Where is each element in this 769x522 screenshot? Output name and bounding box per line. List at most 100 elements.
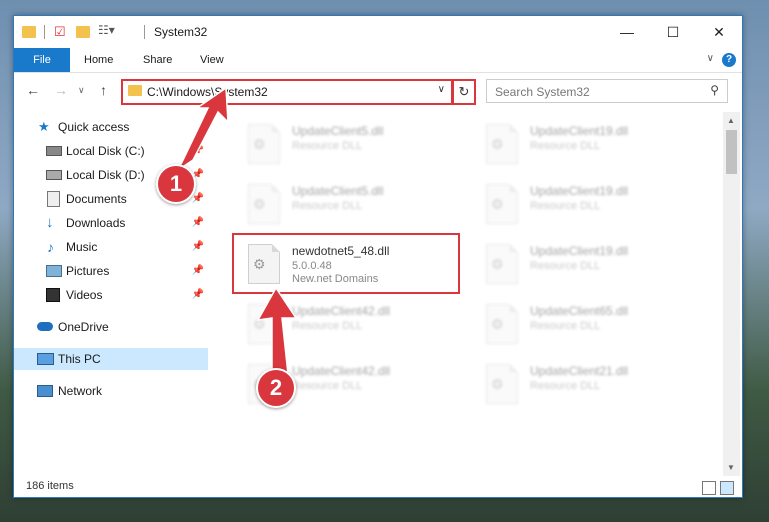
file-item[interactable]: ⚙ UpdateClient65.dll Resource DLL [468,300,688,352]
search-placeholder: Search System32 [495,85,590,99]
step-1-badge: 1 [156,164,196,204]
gear-icon: ⚙ [491,196,504,212]
status-bar: 186 items [14,477,742,497]
gear-icon: ⚙ [253,136,266,152]
sidebar-item-this-pc[interactable]: This PC [14,348,208,370]
vertical-scrollbar[interactable]: ▲ ▼ [723,112,740,476]
sidebar-item-label: Downloads [66,216,126,230]
cloud-icon [37,322,53,331]
maximize-button[interactable]: ☐ [650,16,696,48]
address-row: ← → ∨ ↑ C:\Windows\System32 ∨ ↻ Search S… [14,74,742,108]
pin-icon[interactable]: 📌 [192,260,204,282]
file-item[interactable]: ⚙ UpdateClient19.dll Resource DLL [468,120,688,172]
folder-icon [22,26,36,38]
file-type: Resource DLL [530,380,601,392]
search-icon[interactable]: ⚲ [710,83,719,97]
file-item[interactable]: ⚙ UpdateClient42.dll Resource DLL [230,300,450,352]
file-type: Resource DLL [292,380,363,392]
sidebar-item-onedrive[interactable]: OneDrive [14,316,208,338]
sidebar-item-videos[interactable]: Videos 📌 [14,284,208,306]
close-button[interactable]: ✕ [696,16,742,48]
file-item[interactable]: ⚙ UpdateClient19.dll Resource DLL [468,240,688,292]
tab-share[interactable]: Share [129,48,186,72]
sidebar-item-label: This PC [58,352,101,366]
sidebar-item-pictures[interactable]: Pictures 📌 [14,260,208,282]
tab-home[interactable]: Home [70,48,127,72]
file-item[interactable]: ⚙ UpdateClient5.dll Resource DLL [230,180,450,232]
ribbon-tabs: File Home Share View ∨ ? [14,48,742,73]
file-item[interactable]: ⚙ UpdateClient21.dll Resource DLL [468,360,688,412]
tab-file[interactable]: File [14,48,70,72]
film-icon [46,288,60,302]
chevron-down-icon[interactable]: ∨ [438,84,445,95]
scroll-thumb[interactable] [726,130,737,174]
file-type: Resource DLL [530,320,601,332]
file-name: UpdateClient21.dll [530,364,629,378]
sidebar-item-label: Network [58,384,103,398]
gear-icon: ⚙ [491,316,504,332]
file-highlight-box [232,233,460,294]
back-arrow-icon[interactable]: ← [26,82,40,98]
sidebar-item-label: Videos [66,288,103,302]
up-arrow-icon[interactable]: ↑ [100,82,107,98]
forward-arrow-icon[interactable]: → [54,82,68,98]
gear-icon: ⚙ [253,196,266,212]
help-icon[interactable]: ? [722,53,736,67]
file-name: UpdateClient42.dll [292,364,391,378]
address-path[interactable]: C:\Windows\System32 [147,85,268,99]
properties-check-icon[interactable]: ☑ [54,24,66,40]
sidebar-item-music[interactable]: ♪ Music 📌 [14,236,208,258]
title-bar: ☑ ☷▾ System32 — ☐ ✕ [14,16,742,48]
sidebar-item-label: Documents [66,192,127,206]
sidebar-item-label: Pictures [66,264,110,278]
file-name: UpdateClient19.dll [530,244,629,258]
address-bar[interactable]: C:\Windows\System32 ∨ [121,79,453,105]
documents-icon [47,191,60,207]
pin-icon[interactable]: 📌 [192,284,204,306]
search-input[interactable]: Search System32 ⚲ [486,79,728,103]
divider [144,25,145,39]
minimize-button[interactable]: — [604,16,650,48]
file-name: UpdateClient19.dll [530,124,629,138]
sidebar-item-downloads[interactable]: ↓ Downloads 📌 [14,212,208,234]
sidebar-item-network[interactable]: Network [14,380,208,402]
pin-icon[interactable]: 📌 [192,212,204,234]
file-name: UpdateClient5.dll [292,124,384,138]
tab-view[interactable]: View [186,48,238,72]
file-type: Resource DLL [292,140,363,152]
sidebar-item-quick-access[interactable]: ★ Quick access [14,116,208,138]
gear-icon: ⚙ [253,316,266,332]
gear-icon: ⚙ [491,376,504,392]
window-title: System32 [154,25,208,39]
divider [44,25,45,39]
scroll-down-icon[interactable]: ▼ [727,463,735,472]
item-count: 186 items [26,480,74,492]
details-view-icon[interactable] [702,481,716,495]
refresh-button[interactable]: ↻ [452,79,476,105]
expand-ribbon-chevron-icon[interactable]: ∨ [707,53,714,64]
sidebar-item-label: OneDrive [58,320,109,334]
pictures-icon [46,265,62,277]
new-folder-icon[interactable] [76,26,90,38]
pin-icon[interactable]: 📌 [192,236,204,258]
folder-icon [128,85,142,96]
file-type: Resource DLL [530,260,601,272]
file-item[interactable]: ⚙ UpdateClient19.dll Resource DLL [468,180,688,232]
file-type: Resource DLL [292,320,363,332]
monitor-icon [37,353,54,365]
download-arrow-icon: ↓ [46,214,54,231]
sidebar-item-label: Local Disk (D:) [66,168,145,182]
scroll-up-icon[interactable]: ▲ [727,116,735,125]
pin-icon[interactable]: 📌 [192,140,204,162]
network-icon [37,385,53,397]
file-name: UpdateClient5.dll [292,184,384,198]
file-item[interactable]: ⚙ UpdateClient5.dll Resource DLL [230,120,450,172]
sidebar-item-label: Music [66,240,98,254]
file-name: UpdateClient19.dll [530,184,629,198]
large-icons-view-icon[interactable] [720,481,734,495]
customize-toolbar-icon[interactable]: ☷▾ [98,23,115,39]
sidebar-item-local-disk-c[interactable]: Local Disk (C:) 📌 [14,140,208,162]
step-2-badge: 2 [256,368,296,408]
file-type: Resource DLL [292,200,363,212]
recent-locations-chevron-icon[interactable]: ∨ [78,85,85,96]
